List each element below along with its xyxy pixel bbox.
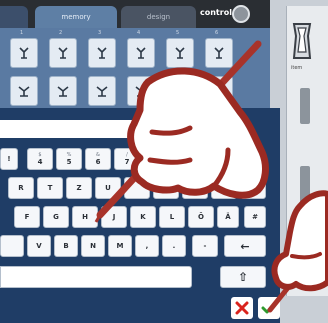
- app-screen: memory design control 1 2 3 4 5 6 item !…: [0, 0, 328, 323]
- hand-with-pen-icon: [267, 190, 328, 313]
